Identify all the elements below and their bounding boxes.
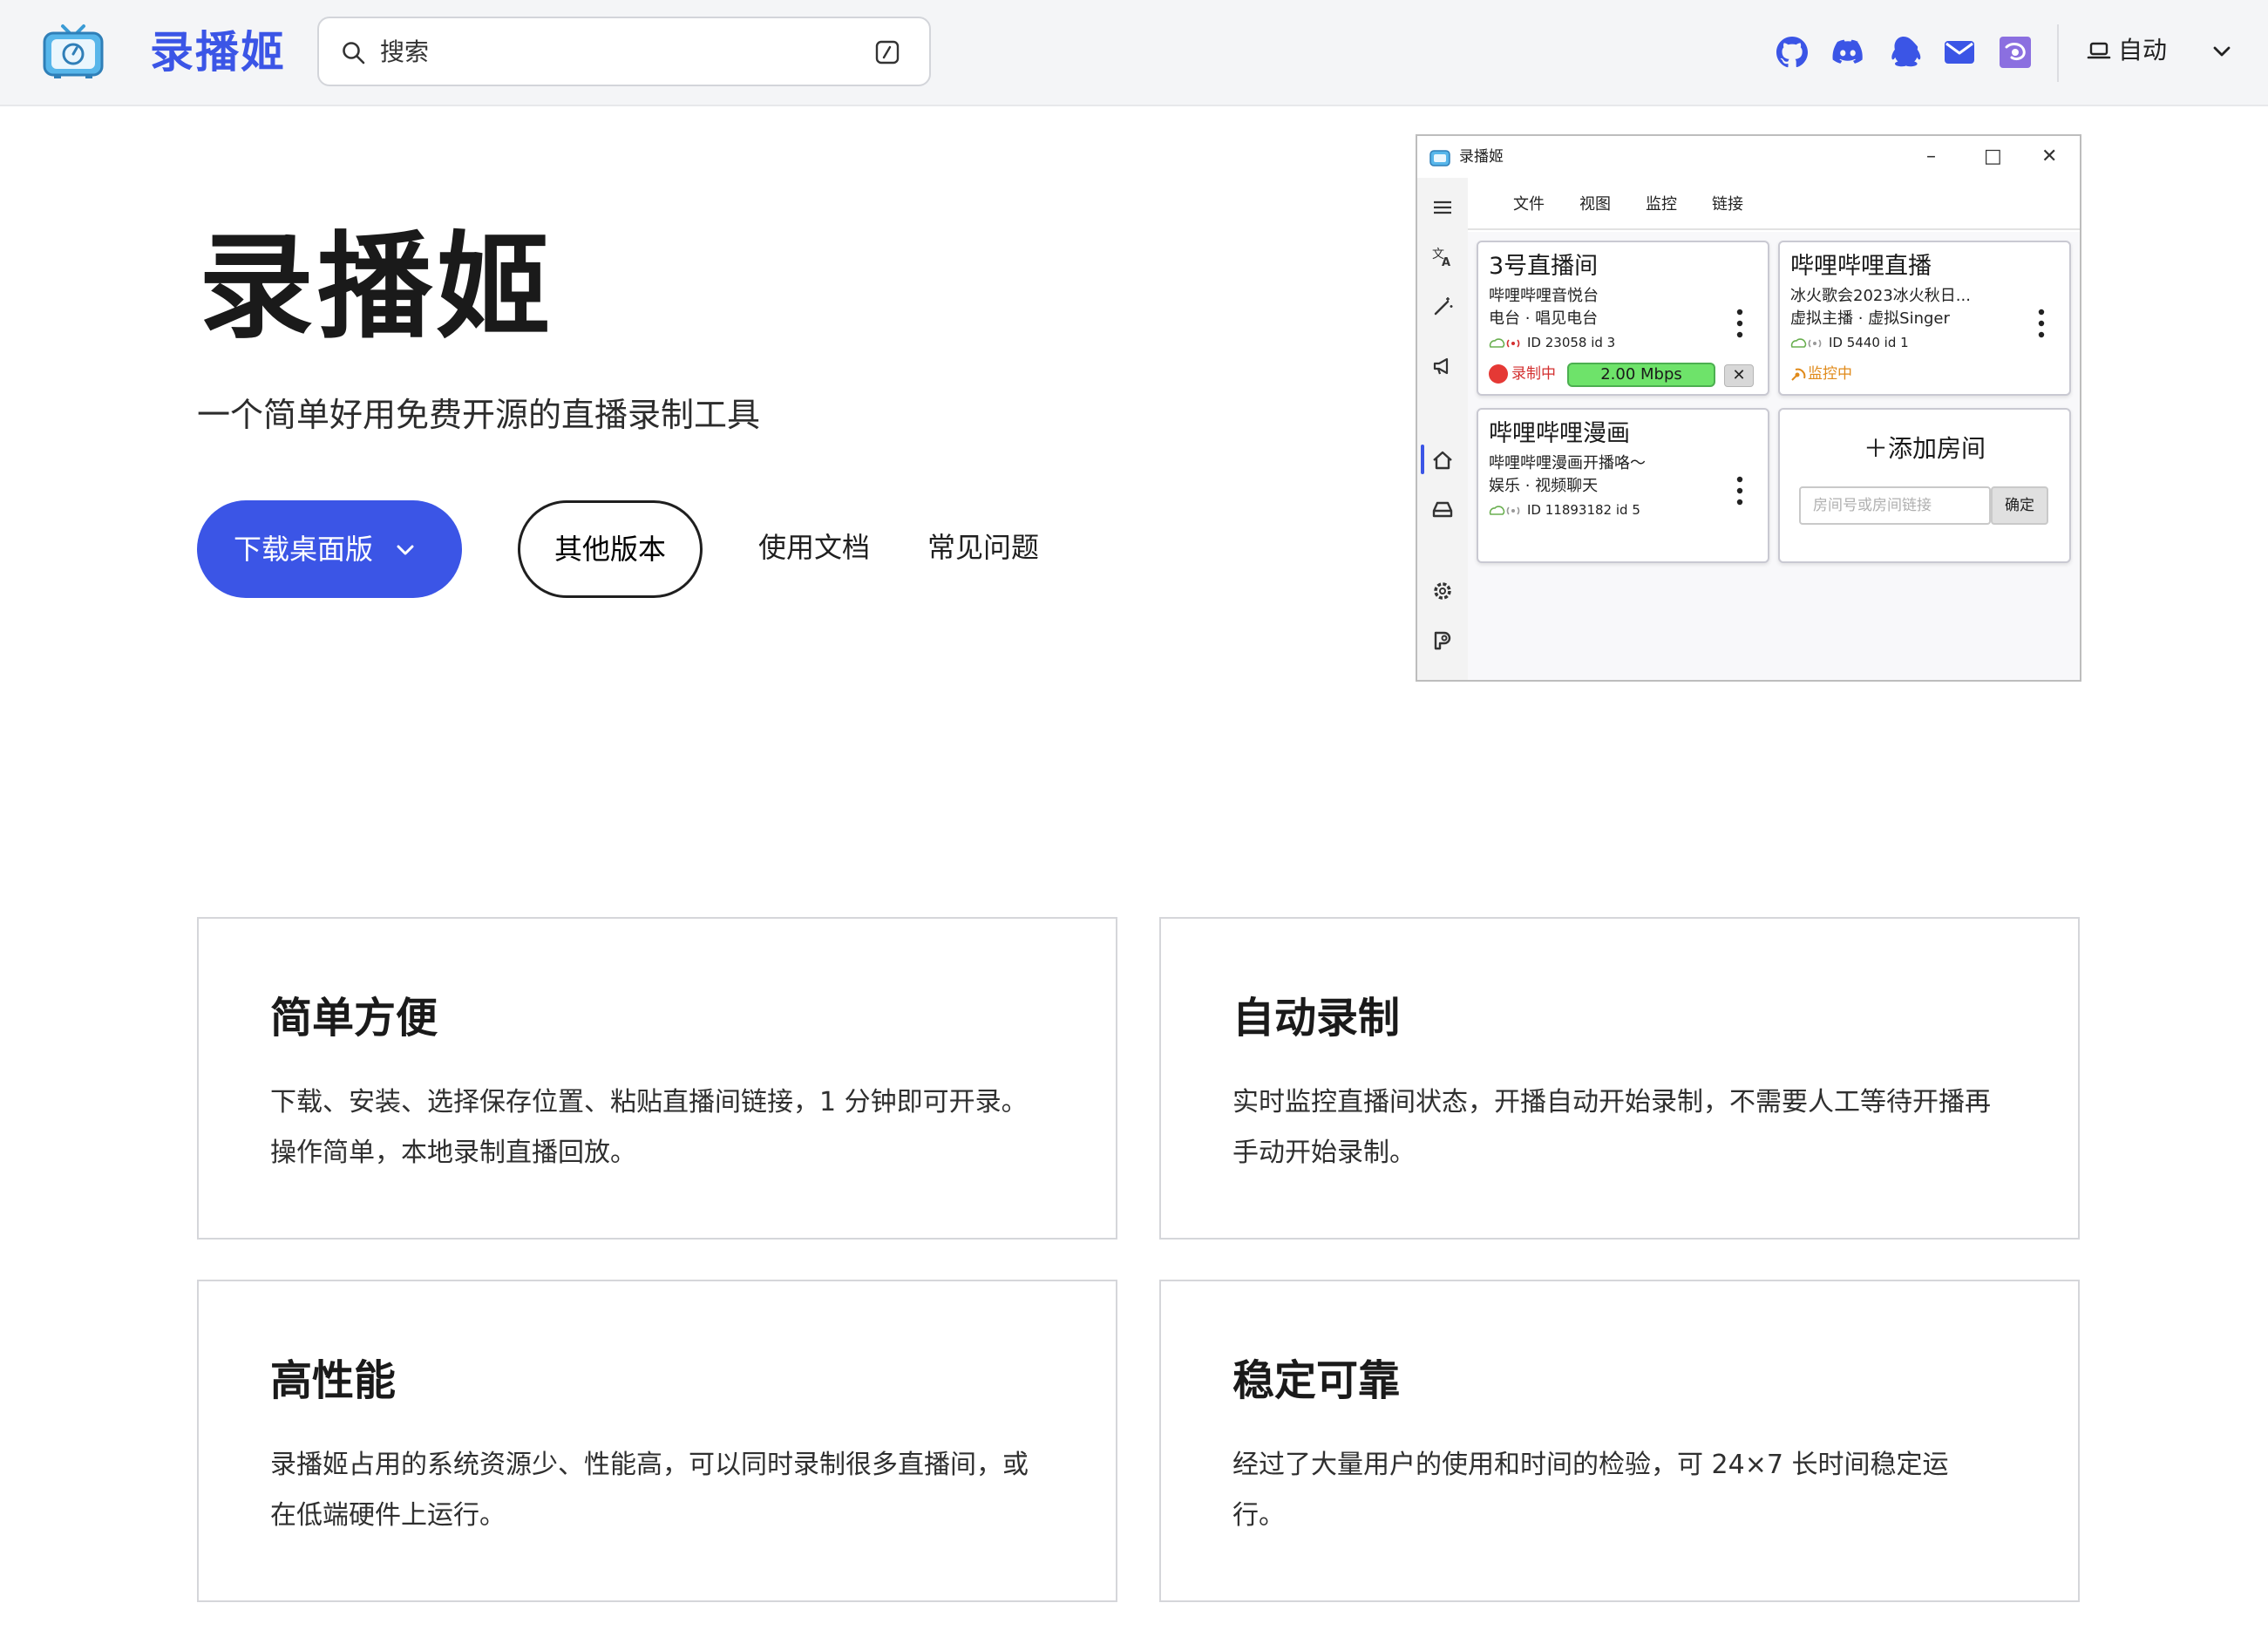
keyboard-shortcut-icon	[875, 40, 900, 65]
other-versions-button[interactable]: 其他版本	[518, 500, 703, 598]
brand-name[interactable]: 录播姬	[150, 24, 286, 80]
megaphone-icon[interactable]	[1430, 354, 1455, 378]
room-title: 哔哩哔哩漫画	[1489, 420, 1630, 447]
faq-link[interactable]: 常见问题	[927, 526, 1039, 568]
mail-icon[interactable]	[1940, 33, 1979, 71]
room-card[interactable]: 哔哩哔哩直播 冰火歌会2023冰火秋日... 虚拟主播 · 虚拟Singer I…	[1778, 241, 2071, 396]
room-id-line: ID 23058 id 3	[1489, 333, 1615, 352]
more-options-icon[interactable]	[2038, 309, 2045, 338]
feature-title: 简单方便	[270, 994, 438, 1043]
docs-link[interactable]: 使用文档	[758, 526, 870, 568]
app-screenshot: 录播姬 – □ ✕ 文 A 文件 视图 监控 链接 3号直播间 哔哩哔哩音悦台 …	[1416, 134, 2081, 682]
room-id-line: ID 11893182 id 5	[1489, 500, 1640, 520]
search-icon	[343, 42, 365, 65]
nav-divider	[2057, 24, 2059, 82]
feature-card: 简单方便 下载、安装、选择保存位置、粘贴直播间链接，1 分钟即可开录。操作简单，…	[197, 917, 1117, 1240]
archive-icon[interactable]	[1430, 497, 1455, 521]
room-grid: 3号直播间 哔哩哔哩音悦台 电台 · 唱见电台 ID 23058 id 3 录制…	[1468, 232, 2080, 680]
other-versions-label: 其他版本	[553, 533, 666, 565]
room-id-line: ID 5440 id 1	[1790, 333, 1909, 352]
app-sidebar: 文 A	[1417, 178, 1468, 682]
app-title: 录播姬	[1459, 148, 1504, 166]
feature-card: 高性能 录播姬占用的系统资源少、性能高，可以同时录制很多直播间，或在低端硬件上运…	[197, 1280, 1117, 1602]
maximize-button[interactable]: □	[1984, 145, 2002, 169]
monitoring-status: 监控中	[1790, 363, 1852, 385]
recording-status: 录制中	[1489, 363, 1556, 385]
hero-title: 录播姬	[199, 221, 554, 355]
room-title: 3号直播间	[1489, 253, 1599, 280]
recording-status-text: 录制中	[1511, 365, 1556, 383]
magic-wand-icon[interactable]	[1430, 295, 1455, 319]
room-category: 虚拟主播 · 虚拟Singer	[1790, 309, 1950, 328]
plugin-icon[interactable]	[1430, 628, 1455, 652]
room-title: 哔哩哔哩直播	[1790, 253, 1932, 280]
room-card[interactable]: 哔哩哔哩漫画 哔哩哔哩漫画开播咯～ 娱乐 · 视频聊天 ID 11893182 …	[1477, 408, 1769, 563]
feature-description: 实时监控直播间状态，开播自动开始录制，不需要人工等待开播再手动开始录制。	[1232, 1087, 1991, 1168]
discord-icon[interactable]	[1829, 33, 1867, 71]
search-placeholder: 搜索	[380, 37, 430, 66]
confirm-add-button[interactable]: 确定	[1991, 486, 2048, 525]
room-stream-title: 哔哩哔哩漫画开播咯～	[1489, 454, 1646, 472]
search-box[interactable]: 搜索	[317, 17, 931, 86]
app-menubar: 文件 视图 监控 链接	[1468, 178, 2080, 230]
stop-recording-button[interactable]: ✕	[1724, 364, 1754, 387]
tv-logo-icon[interactable]	[42, 23, 105, 80]
room-id-text: ID 5440 id 1	[1829, 335, 1909, 350]
room-card[interactable]: 3号直播间 哔哩哔哩音悦台 电台 · 唱见电台 ID 23058 id 3 录制…	[1477, 241, 1769, 396]
theme-selector[interactable]: 自动	[2118, 31, 2167, 70]
more-options-icon[interactable]	[1736, 309, 1743, 338]
menu-links[interactable]: 链接	[1712, 194, 1743, 216]
download-button-label: 下载桌面版	[234, 533, 374, 565]
live-signal-icon	[1489, 505, 1520, 515]
home-icon[interactable]	[1430, 448, 1455, 472]
close-button[interactable]: ✕	[2041, 145, 2057, 169]
room-stream-title: 冰火歌会2023冰火秋日...	[1790, 287, 1971, 305]
app-logo-icon	[1429, 150, 1450, 166]
translate-icon[interactable]: 文 A	[1430, 244, 1455, 268]
feature-description: 录播姬占用的系统资源少、性能高，可以同时录制很多直播间，或在低端硬件上运行。	[270, 1450, 1029, 1531]
bitrate-badge: 2.00 Mbps	[1567, 363, 1715, 387]
room-id-text: ID 23058 id 3	[1527, 335, 1616, 350]
feature-title: 稳定可靠	[1232, 1356, 1401, 1405]
satellite-icon	[1791, 368, 1806, 381]
add-room-card: ＋添加房间 房间号或房间链接 确定	[1778, 408, 2071, 563]
room-id-text: ID 11893182 id 5	[1527, 502, 1640, 518]
settings-gear-icon[interactable]	[1430, 579, 1455, 603]
chevron-down-icon[interactable]	[2209, 38, 2235, 65]
qq-icon[interactable]	[1884, 33, 1923, 71]
room-category: 电台 · 唱见电台	[1489, 309, 1599, 328]
chevron-down-icon	[397, 545, 414, 555]
feature-card: 自动录制 实时监控直播间状态，开播自动开始录制，不需要人工等待开播再手动开始录制…	[1159, 917, 2080, 1240]
app-titlebar: 录播姬 – □ ✕	[1417, 136, 2080, 178]
live-signal-icon	[1489, 337, 1520, 348]
live-signal-icon	[1790, 337, 1822, 348]
room-category: 娱乐 · 视频聊天	[1489, 477, 1599, 495]
feature-title: 自动录制	[1232, 994, 1401, 1043]
hero-subtitle: 一个简单好用免费开源的直播录制工具	[197, 396, 761, 434]
room-stream-title: 哔哩哔哩音悦台	[1489, 287, 1599, 305]
svg-text:A: A	[1442, 256, 1450, 268]
menu-view[interactable]: 视图	[1579, 194, 1611, 216]
laptop-icon	[2087, 42, 2111, 59]
minimize-button[interactable]: –	[1926, 145, 1936, 169]
sidebar-selected-indicator	[1421, 445, 1424, 474]
info-icon[interactable]	[1430, 678, 1455, 682]
feature-card: 稳定可靠 经过了大量用户的使用和时间的检验，可 24×7 长时间稳定运行。	[1159, 1280, 2080, 1602]
menu-file[interactable]: 文件	[1513, 194, 1545, 216]
room-id-input[interactable]: 房间号或房间链接	[1799, 486, 1991, 525]
top-navigation-bar: 录播姬 搜索 自动	[0, 0, 2268, 106]
record-dot-icon	[1489, 364, 1508, 384]
hamburger-menu-icon[interactable]	[1430, 195, 1455, 220]
app-icon[interactable]	[1996, 33, 2034, 71]
feature-description: 经过了大量用户的使用和时间的检验，可 24×7 长时间稳定运行。	[1232, 1450, 1949, 1531]
add-room-title: ＋添加房间	[1863, 434, 1986, 463]
more-options-icon[interactable]	[1736, 476, 1743, 506]
download-desktop-button[interactable]: 下载桌面版	[197, 500, 462, 598]
monitoring-status-text: 监控中	[1808, 365, 1852, 383]
feature-title: 高性能	[270, 1356, 397, 1405]
feature-description: 下载、安装、选择保存位置、粘贴直播间链接，1 分钟即可开录。操作简单，本地录制直…	[270, 1087, 1028, 1168]
menu-monitor[interactable]: 监控	[1646, 194, 1677, 216]
github-icon[interactable]	[1773, 33, 1811, 71]
